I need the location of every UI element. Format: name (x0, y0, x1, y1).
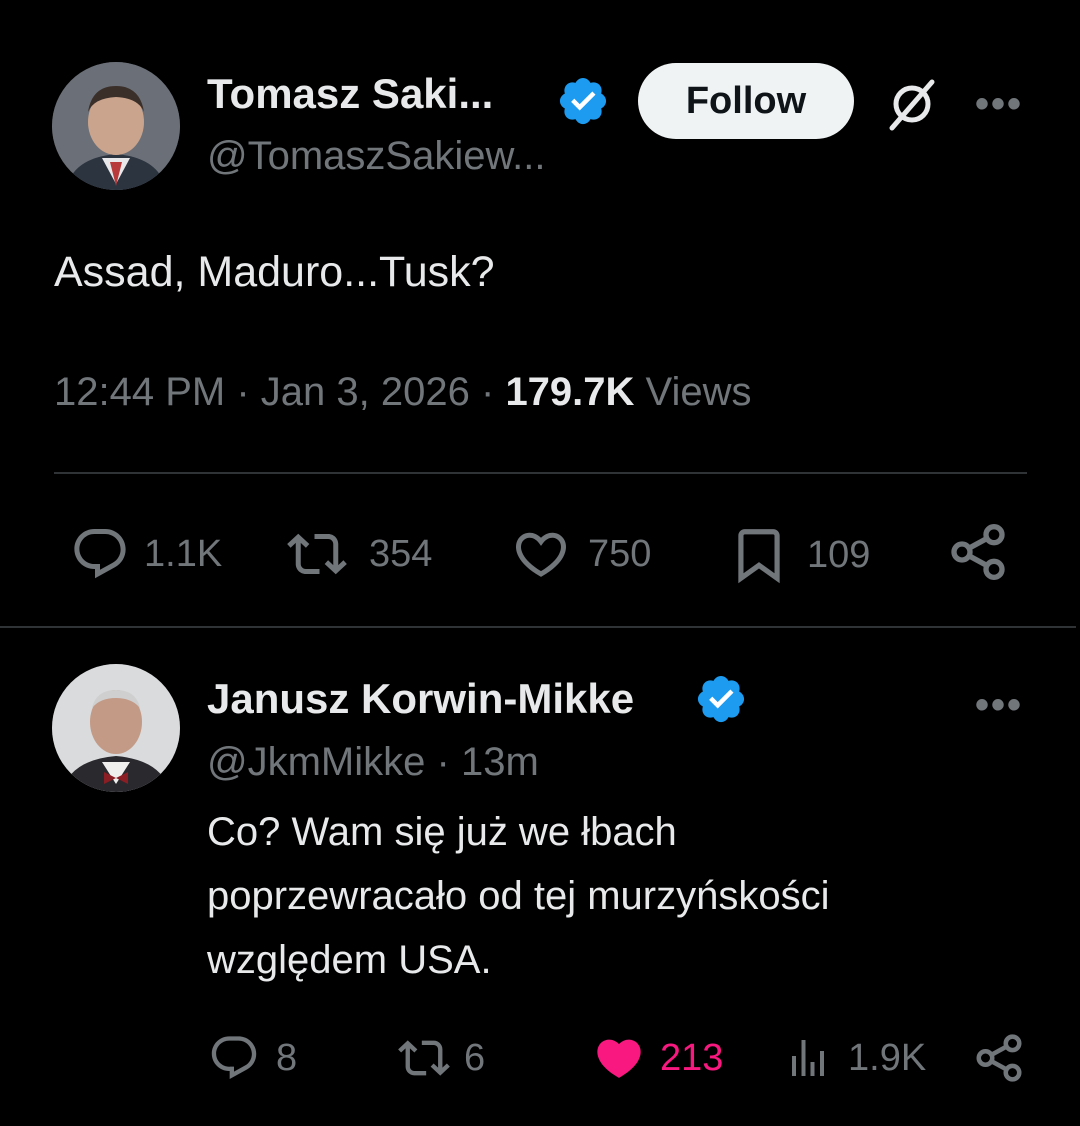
meta-separator: · (480, 370, 495, 414)
reply-repost-button[interactable]: 6 (396, 1032, 485, 1084)
like-button[interactable]: 750 (510, 524, 651, 584)
reply-text-line: względem USA. (207, 938, 492, 982)
reply-repost-count: 6 (464, 1036, 486, 1079)
tweet-time[interactable]: 12:44 PM (54, 370, 225, 414)
divider (0, 626, 1076, 628)
like-icon (515, 532, 567, 577)
bookmark-button[interactable]: 109 (727, 524, 870, 586)
author-avatar-image (52, 62, 180, 190)
reply-text: Co? Wam się już we łbach poprzewracało o… (207, 800, 1047, 992)
tweet-date[interactable]: Jan 3, 2026 (261, 370, 470, 414)
author-avatar[interactable] (52, 62, 180, 190)
tweet-meta: 12:44 PM · Jan 3, 2026 · 179.7K Views (54, 370, 752, 415)
repost-icon (398, 1040, 450, 1076)
tweet-text: Assad, Maduro...Tusk? (54, 248, 495, 296)
meta-separator: · (236, 370, 250, 414)
reply-reply-button[interactable]: 8 (208, 1032, 297, 1084)
reply-text-line: Co? Wam się już we łbach (207, 810, 677, 854)
repost-count: 354 (369, 532, 433, 575)
reply-text-line: poprzewracało od tej murzyńskości (207, 874, 830, 918)
grok-icon[interactable] (882, 74, 942, 134)
reply-count: 1.1K (144, 532, 223, 575)
like-filled-icon (597, 1039, 641, 1078)
reply-more-options-icon[interactable]: ••• (975, 685, 1023, 725)
reply-author-avatar[interactable] (52, 664, 180, 792)
repost-icon (287, 533, 347, 575)
share-icon (951, 524, 1005, 580)
reply-views-count: 1.9K (848, 1036, 927, 1079)
author-handle[interactable]: @TomaszSakiew... (207, 134, 546, 179)
follow-button[interactable]: Follow (638, 63, 854, 139)
reply-author-handle[interactable]: @JkmMikke (207, 740, 425, 784)
reply-reply-count: 8 (276, 1036, 298, 1079)
bookmark-count: 109 (807, 533, 871, 576)
reply-time[interactable]: · 13m (437, 740, 539, 784)
reply-button[interactable]: 1.1K (70, 524, 222, 584)
like-count: 750 (588, 532, 652, 575)
more-options-icon[interactable]: ••• (975, 84, 1023, 124)
share-button[interactable] (946, 520, 1010, 584)
views-icon (792, 1040, 824, 1076)
verified-badge-icon (559, 77, 607, 125)
reply-icon (211, 1036, 257, 1080)
bookmark-icon (738, 529, 780, 584)
reply-share-button[interactable] (972, 1030, 1026, 1086)
author-name[interactable]: Tomasz Saki... (207, 70, 493, 118)
reply-author-avatar-image (52, 664, 180, 792)
reply-like-count: 213 (660, 1036, 724, 1079)
reply-author-meta: @JkmMikke · 13m (207, 740, 539, 785)
views-label: Views (645, 370, 752, 414)
reply-icon (74, 529, 126, 579)
verified-badge-icon (697, 675, 745, 723)
share-icon (976, 1034, 1022, 1082)
views-count: 179.7K (505, 370, 635, 414)
repost-button[interactable]: 354 (285, 524, 432, 584)
reply-author-name[interactable]: Janusz Korwin-Mikke (207, 675, 634, 723)
divider (54, 472, 1027, 474)
reply-views-button[interactable]: 1.9K (784, 1032, 926, 1084)
reply-like-button[interactable]: 213 (592, 1032, 723, 1084)
